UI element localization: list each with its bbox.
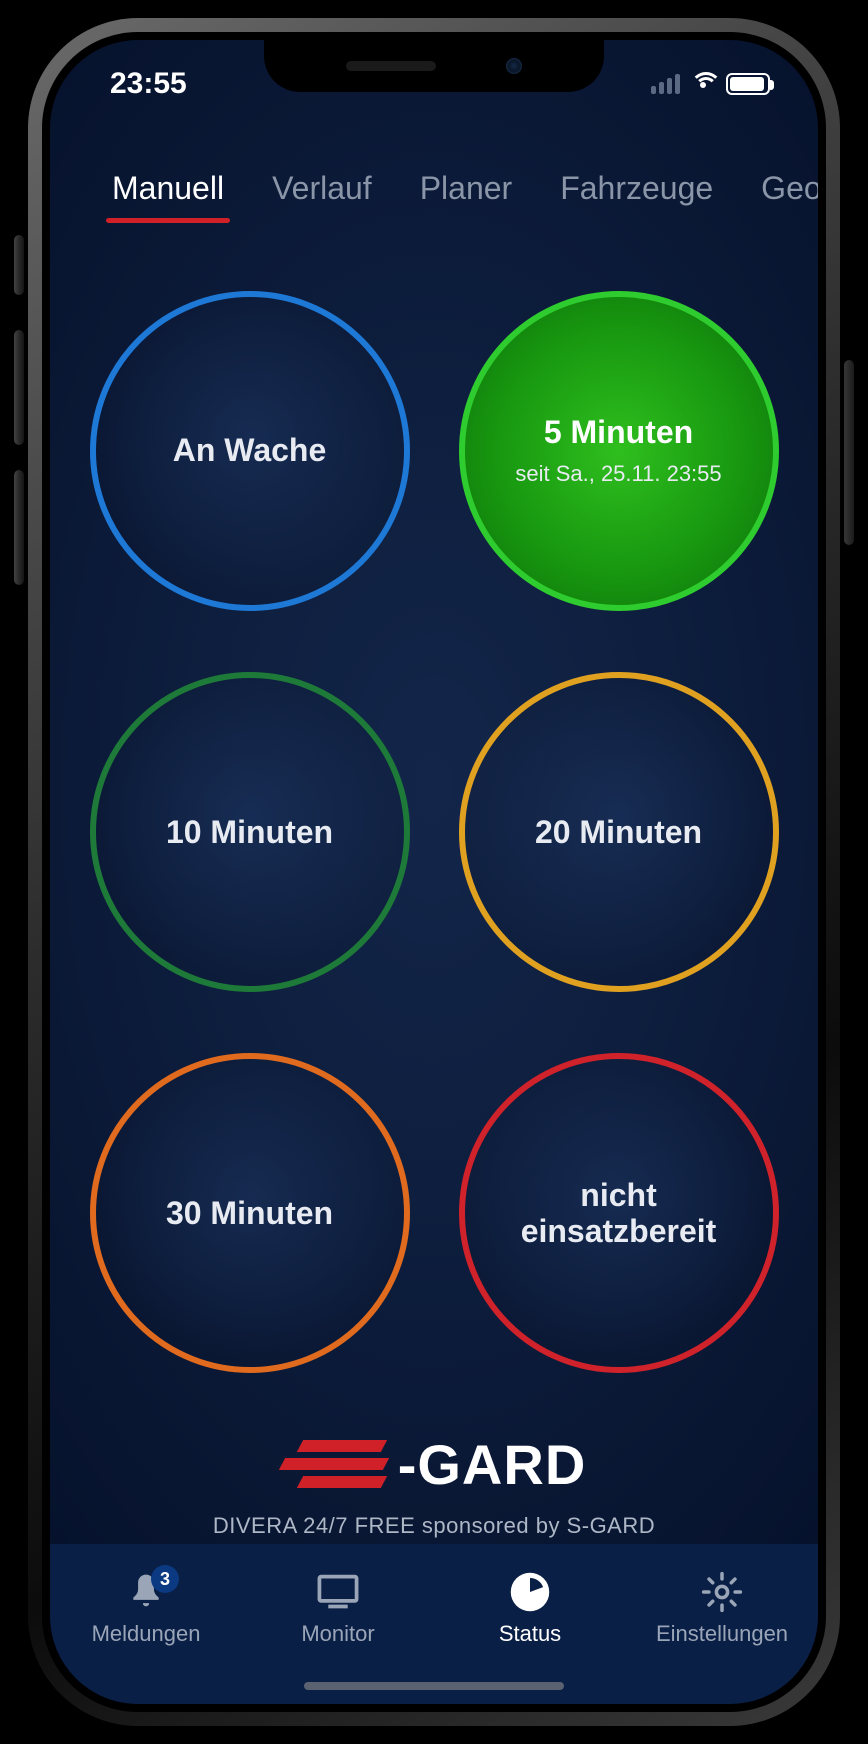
status-option-20-minuten[interactable]: 20 Minuten (459, 672, 779, 992)
sponsor-tagline: DIVERA 24/7 FREE sponsored by S-GARD (50, 1513, 818, 1539)
nav-status[interactable]: Status (434, 1544, 626, 1674)
wifi-icon (690, 74, 716, 94)
home-indicator[interactable] (304, 1682, 564, 1690)
gear-icon (701, 1571, 743, 1613)
monitor-icon (317, 1571, 359, 1613)
nav-label: Status (499, 1621, 561, 1647)
status-option-10-minuten[interactable]: 10 Minuten (90, 672, 410, 992)
status-option-title: 20 Minuten (535, 814, 702, 851)
sgard-prefix: - (398, 1433, 418, 1496)
tab-geofence[interactable]: Geofer (737, 160, 818, 223)
nav-einstellungen[interactable]: Einstellungen (626, 1544, 818, 1674)
tab-fahrzeuge[interactable]: Fahrzeuge (536, 160, 737, 223)
status-option-title: An Wache (173, 432, 327, 469)
battery-icon (726, 73, 770, 95)
nav-label: Einstellungen (656, 1621, 788, 1647)
statusbar-time: 23:55 (110, 67, 187, 101)
nav-monitor[interactable]: Monitor (242, 1544, 434, 1674)
status-option-subtitle: seit Sa., 25.11. 23:55 (515, 461, 721, 487)
status-option-5-minuten[interactable]: 5 Minuten seit Sa., 25.11. 23:55 (459, 291, 779, 611)
bottom-nav: 3 Meldungen Monitor (50, 1544, 818, 1704)
phone-side-button (844, 360, 854, 545)
status-option-title: 30 Minuten (166, 1195, 333, 1232)
sponsor-area: -GARD DIVERA 24/7 FREE sponsored by S-GA… (50, 1432, 818, 1540)
nav-label: Meldungen (92, 1621, 201, 1647)
cellular-signal-icon (651, 74, 680, 94)
status-option-nicht-einsatzbereit[interactable]: nicht einsatzbereit (459, 1053, 779, 1373)
sgard-stripes-icon (282, 1434, 386, 1494)
nav-meldungen[interactable]: 3 Meldungen (50, 1544, 242, 1674)
status-option-title: 5 Minuten (544, 414, 693, 451)
clock-icon (509, 1571, 551, 1613)
status-option-title: 10 Minuten (166, 814, 333, 851)
status-option-an-wache[interactable]: An Wache (90, 291, 410, 611)
phone-notch (264, 40, 604, 92)
status-option-30-minuten[interactable]: 30 Minuten (90, 1053, 410, 1373)
status-grid: An Wache 5 Minuten seit Sa., 25.11. 23:5… (50, 260, 818, 1404)
sgard-logo: -GARD (282, 1432, 587, 1497)
top-tabs: Manuell Verlauf Planer Fahrzeuge Geofer (50, 160, 818, 223)
tab-verlauf[interactable]: Verlauf (248, 160, 396, 223)
phone-side-button (14, 330, 24, 445)
phone-side-button (14, 470, 24, 585)
phone-frame: 23:55 Manuell Verlauf Planer Fahrzeuge G… (28, 18, 840, 1726)
nav-label: Monitor (301, 1621, 374, 1647)
tab-planer[interactable]: Planer (396, 160, 537, 223)
bell-icon: 3 (125, 1571, 167, 1613)
status-option-title: nicht einsatzbereit (485, 1177, 753, 1251)
sgard-brand: GARD (417, 1433, 586, 1496)
tab-manuell[interactable]: Manuell (88, 160, 248, 223)
phone-side-button (14, 235, 24, 295)
nav-badge: 3 (151, 1565, 179, 1593)
